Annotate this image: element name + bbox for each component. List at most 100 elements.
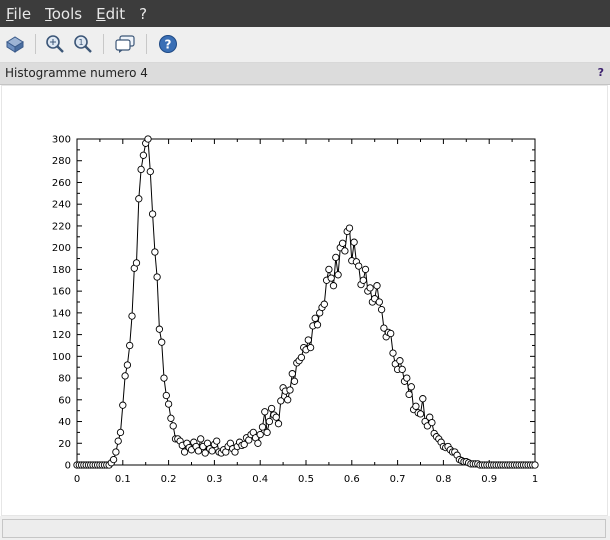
data-point bbox=[146, 167, 154, 176]
data-point bbox=[359, 276, 367, 284]
data-point bbox=[139, 151, 148, 159]
data-point bbox=[277, 397, 285, 405]
data-point bbox=[265, 417, 274, 426]
data-point bbox=[345, 224, 354, 232]
data-point bbox=[304, 336, 312, 344]
data-point bbox=[261, 408, 269, 416]
data-point bbox=[373, 282, 381, 290]
data-point bbox=[256, 430, 264, 439]
axes-box bbox=[76, 138, 536, 466]
y-tick-label: 140 bbox=[52, 308, 71, 319]
data-point bbox=[290, 377, 299, 385]
y-tick-label: 200 bbox=[52, 243, 71, 254]
x-tick-label: 0.8 bbox=[435, 474, 451, 485]
y-tick-label: 180 bbox=[52, 265, 71, 276]
data-point bbox=[137, 165, 145, 174]
data-point bbox=[412, 402, 420, 410]
data-point bbox=[135, 195, 143, 203]
data-point bbox=[320, 300, 328, 308]
menu-tools[interactable]: Tools bbox=[45, 5, 82, 23]
y-tick-label: 120 bbox=[52, 330, 71, 341]
histogram-chart[interactable]: 0 0.1 0.2 0.3 0.4 0.5 0.6 0.7 0.8 0.9 1 0 20 40 60 80 10… bbox=[2, 86, 607, 515]
data-point bbox=[327, 274, 335, 282]
y-tick-label: 60 bbox=[58, 395, 71, 406]
y-tick-label: 220 bbox=[52, 221, 71, 232]
data-point bbox=[162, 391, 170, 400]
data-point bbox=[155, 325, 164, 333]
data-point bbox=[144, 135, 152, 143]
data-point bbox=[132, 259, 141, 267]
plot-area: 0 0.1 0.2 0.3 0.4 0.5 0.6 0.7 0.8 0.9 1 0 20 40 60 80 10… bbox=[1, 85, 608, 516]
data-point bbox=[164, 400, 173, 408]
data-point bbox=[332, 253, 340, 262]
y-tick-label: 100 bbox=[52, 352, 71, 363]
y-tick-label: 20 bbox=[58, 439, 71, 450]
data-point bbox=[366, 284, 374, 292]
toolbar-separator bbox=[35, 34, 36, 54]
menu-bar: File Tools Edit ? bbox=[0, 0, 610, 27]
x-tick-label: 0.1 bbox=[115, 474, 131, 485]
data-point bbox=[169, 422, 177, 430]
data-point bbox=[297, 353, 306, 362]
data-point bbox=[389, 349, 397, 357]
data-point bbox=[254, 439, 262, 447]
data-point bbox=[119, 401, 127, 409]
data-point bbox=[167, 414, 175, 422]
data-point bbox=[341, 247, 349, 255]
x-tick-label: 1 bbox=[532, 474, 538, 485]
select-rotate-icon[interactable] bbox=[4, 33, 26, 55]
x-tick-label: 0.2 bbox=[161, 474, 177, 485]
data-point bbox=[267, 404, 276, 413]
panel-title: Histogramme numero 4 bbox=[5, 66, 148, 80]
zoom-reset-icon[interactable]: 1 bbox=[72, 33, 94, 55]
y-tick-label: 280 bbox=[52, 156, 71, 167]
x-tick-label: 0.5 bbox=[298, 474, 314, 485]
menu-help[interactable]: ? bbox=[139, 5, 147, 23]
status-bar bbox=[0, 516, 610, 540]
status-field bbox=[2, 519, 606, 538]
data-point bbox=[398, 365, 406, 374]
datatip-icon[interactable] bbox=[114, 33, 136, 55]
panel-help-button[interactable]: ? bbox=[598, 66, 604, 79]
data-point bbox=[416, 410, 425, 418]
data-point bbox=[121, 372, 129, 380]
series-line bbox=[77, 137, 535, 466]
data-point bbox=[263, 428, 271, 437]
x-tick-label: 0.3 bbox=[206, 474, 222, 485]
data-point bbox=[361, 265, 370, 274]
y-tick-label: 300 bbox=[52, 135, 71, 146]
data-point bbox=[311, 314, 319, 322]
x-tick-label: 0 bbox=[74, 474, 80, 485]
data-point bbox=[114, 437, 122, 445]
help-icon[interactable]: ? bbox=[157, 33, 179, 55]
data-point bbox=[208, 447, 216, 455]
data-point bbox=[116, 428, 125, 437]
data-point bbox=[151, 248, 159, 256]
data-point bbox=[258, 423, 267, 431]
data-point bbox=[403, 374, 411, 382]
data-point bbox=[112, 448, 120, 456]
x-tick-label: 0.9 bbox=[481, 474, 497, 485]
svg-text:?: ? bbox=[165, 38, 172, 52]
data-point bbox=[428, 418, 436, 427]
menu-edit[interactable]: Edit bbox=[96, 5, 125, 23]
menu-file[interactable]: File bbox=[6, 5, 31, 23]
data-point bbox=[160, 374, 168, 382]
y-tick-label: 80 bbox=[58, 374, 71, 385]
data-point bbox=[148, 210, 157, 218]
data-point bbox=[153, 273, 161, 281]
toolbar-separator bbox=[146, 34, 147, 54]
data-point bbox=[334, 271, 342, 279]
data-point bbox=[329, 282, 338, 290]
data-point bbox=[126, 341, 134, 350]
x-tick-label: 0.7 bbox=[390, 474, 406, 485]
data-point bbox=[375, 298, 383, 306]
zoom-icon[interactable] bbox=[44, 33, 66, 55]
data-point bbox=[377, 305, 386, 314]
data-point bbox=[288, 370, 296, 378]
data-point bbox=[355, 262, 363, 270]
data-point bbox=[396, 357, 404, 365]
data-point bbox=[128, 312, 136, 320]
toolbar-separator bbox=[103, 34, 104, 54]
y-tick-label: 40 bbox=[58, 417, 71, 428]
